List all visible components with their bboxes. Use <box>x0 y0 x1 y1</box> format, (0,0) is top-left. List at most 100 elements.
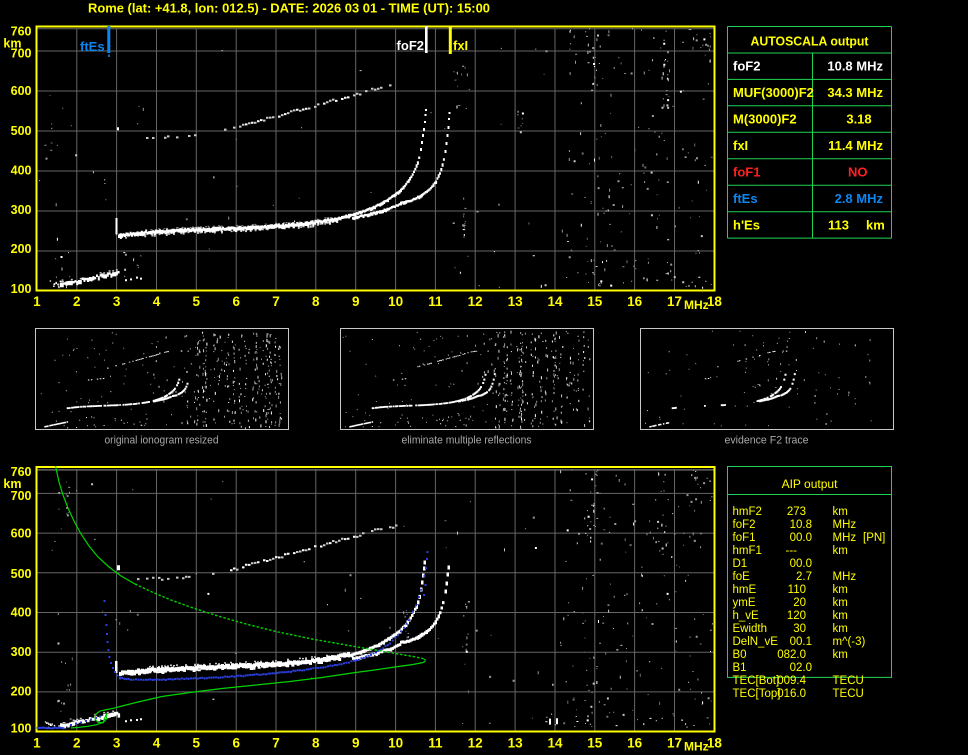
svg-text:2: 2 <box>73 736 81 751</box>
svg-text:B1: B1 <box>733 662 747 674</box>
svg-text:9: 9 <box>352 294 360 309</box>
svg-text:400: 400 <box>11 164 32 178</box>
svg-text:30: 30 <box>793 623 806 635</box>
svg-text:7: 7 <box>272 294 280 309</box>
svg-text:082.0: 082.0 <box>777 649 806 661</box>
svg-text:km: km <box>833 584 848 596</box>
svg-text:Ewidth: Ewidth <box>733 623 768 635</box>
svg-text:11: 11 <box>428 736 443 751</box>
svg-text:10.8 MHz: 10.8 MHz <box>827 59 883 74</box>
svg-text:h_vE: h_vE <box>733 610 760 622</box>
svg-text:4: 4 <box>153 736 161 751</box>
svg-text:00.0: 00.0 <box>790 558 812 570</box>
svg-text:16: 16 <box>627 294 643 309</box>
svg-text:2.8 MHz: 2.8 MHz <box>835 191 884 206</box>
svg-text:13: 13 <box>508 736 524 751</box>
svg-text:1: 1 <box>33 294 41 309</box>
svg-text:ftEs: ftEs <box>733 191 758 206</box>
svg-text:10: 10 <box>388 736 403 751</box>
svg-text:400: 400 <box>11 606 32 620</box>
svg-text:hmF2: hmF2 <box>733 506 762 518</box>
svg-text:NO: NO <box>848 165 868 180</box>
svg-text:eliminate multiple reflections: eliminate multiple reflections <box>402 435 532 447</box>
svg-text:foF2: foF2 <box>397 38 424 53</box>
svg-text:500: 500 <box>11 567 32 581</box>
svg-text:original ionogram resized: original ionogram resized <box>105 435 219 447</box>
svg-text:km: km <box>833 623 848 635</box>
svg-text:10: 10 <box>388 294 403 309</box>
svg-text:02.0: 02.0 <box>790 662 812 674</box>
svg-text:km: km <box>833 545 848 557</box>
svg-text:9: 9 <box>352 736 360 751</box>
svg-text:500: 500 <box>11 124 32 138</box>
svg-text:foE: foE <box>733 571 751 583</box>
svg-text:700: 700 <box>11 47 32 61</box>
svg-text:100: 100 <box>11 722 32 736</box>
svg-text:16: 16 <box>627 736 643 751</box>
svg-text:5: 5 <box>193 736 201 751</box>
svg-text:km: km <box>833 506 848 518</box>
svg-text:MHz: MHz <box>684 298 709 312</box>
svg-text:Rome (lat: +41.8, lon: 012.5): Rome (lat: +41.8, lon: 012.5) - DATE: 20… <box>88 1 490 16</box>
svg-text:MHz: MHz <box>833 519 857 531</box>
svg-text:hmF1: hmF1 <box>733 545 762 557</box>
svg-text:11.4 MHz: 11.4 MHz <box>828 138 883 153</box>
svg-text:km: km <box>833 649 848 661</box>
svg-text:ftEs: ftEs <box>80 39 105 54</box>
svg-text:D1: D1 <box>733 558 748 570</box>
svg-text:hmE: hmE <box>733 584 757 596</box>
svg-text:110: 110 <box>788 584 806 596</box>
svg-text:15: 15 <box>587 294 603 309</box>
svg-text:foF1: foF1 <box>733 532 756 544</box>
svg-text:009.4: 009.4 <box>777 675 806 687</box>
svg-text:---: --- <box>786 545 798 557</box>
svg-text:17: 17 <box>667 294 682 309</box>
svg-text:700: 700 <box>11 489 32 503</box>
svg-text:273: 273 <box>787 506 806 518</box>
svg-text:4: 4 <box>153 294 161 309</box>
svg-text:14: 14 <box>547 294 563 309</box>
svg-text:100: 100 <box>11 282 32 296</box>
svg-text:600: 600 <box>11 527 32 541</box>
svg-text:200: 200 <box>11 685 32 699</box>
svg-text:8: 8 <box>312 294 320 309</box>
svg-text:12: 12 <box>468 294 483 309</box>
svg-text:2.7: 2.7 <box>796 571 812 583</box>
svg-text:5: 5 <box>193 294 201 309</box>
svg-text:TECU: TECU <box>833 675 864 687</box>
svg-text:M(3000)F2: M(3000)F2 <box>733 112 797 127</box>
svg-text:200: 200 <box>11 242 32 256</box>
svg-text:12: 12 <box>468 736 483 751</box>
svg-text:7: 7 <box>272 736 280 751</box>
svg-text:00.1: 00.1 <box>790 636 812 648</box>
svg-text:00.0: 00.0 <box>790 532 812 544</box>
svg-text:3.18: 3.18 <box>846 112 871 127</box>
svg-text:MUF(3000)F2: MUF(3000)F2 <box>733 85 814 100</box>
svg-text:km: km <box>866 217 885 232</box>
svg-text:120: 120 <box>787 610 806 622</box>
svg-text:MHz: MHz <box>833 532 857 544</box>
svg-text:foF2: foF2 <box>733 59 760 74</box>
svg-text:h'Es: h'Es <box>733 217 760 232</box>
svg-text:18: 18 <box>707 736 723 751</box>
svg-text:MHz: MHz <box>684 740 709 754</box>
svg-text:ymE: ymE <box>733 597 756 609</box>
svg-text:foF2: foF2 <box>733 519 756 531</box>
svg-text:3: 3 <box>113 736 121 751</box>
svg-text:10.8: 10.8 <box>790 519 812 531</box>
svg-text:DelN_vE: DelN_vE <box>733 636 779 648</box>
svg-text:MHz: MHz <box>833 571 857 583</box>
svg-text:300: 300 <box>11 203 32 217</box>
svg-text:14: 14 <box>547 736 563 751</box>
svg-text:TECU: TECU <box>833 688 864 700</box>
svg-text:2: 2 <box>73 294 81 309</box>
svg-text:8: 8 <box>312 736 320 751</box>
svg-text:AUTOSCALA output: AUTOSCALA output <box>751 34 870 49</box>
svg-text:fxI: fxI <box>733 138 748 153</box>
svg-text:evidence F2 trace: evidence F2 trace <box>725 435 809 447</box>
svg-text:20: 20 <box>793 597 806 609</box>
svg-text:113: 113 <box>828 217 849 232</box>
svg-text:m^(-3): m^(-3) <box>833 636 866 648</box>
svg-text:TEC[Top]: TEC[Top] <box>733 688 781 700</box>
svg-text:11: 11 <box>428 294 443 309</box>
